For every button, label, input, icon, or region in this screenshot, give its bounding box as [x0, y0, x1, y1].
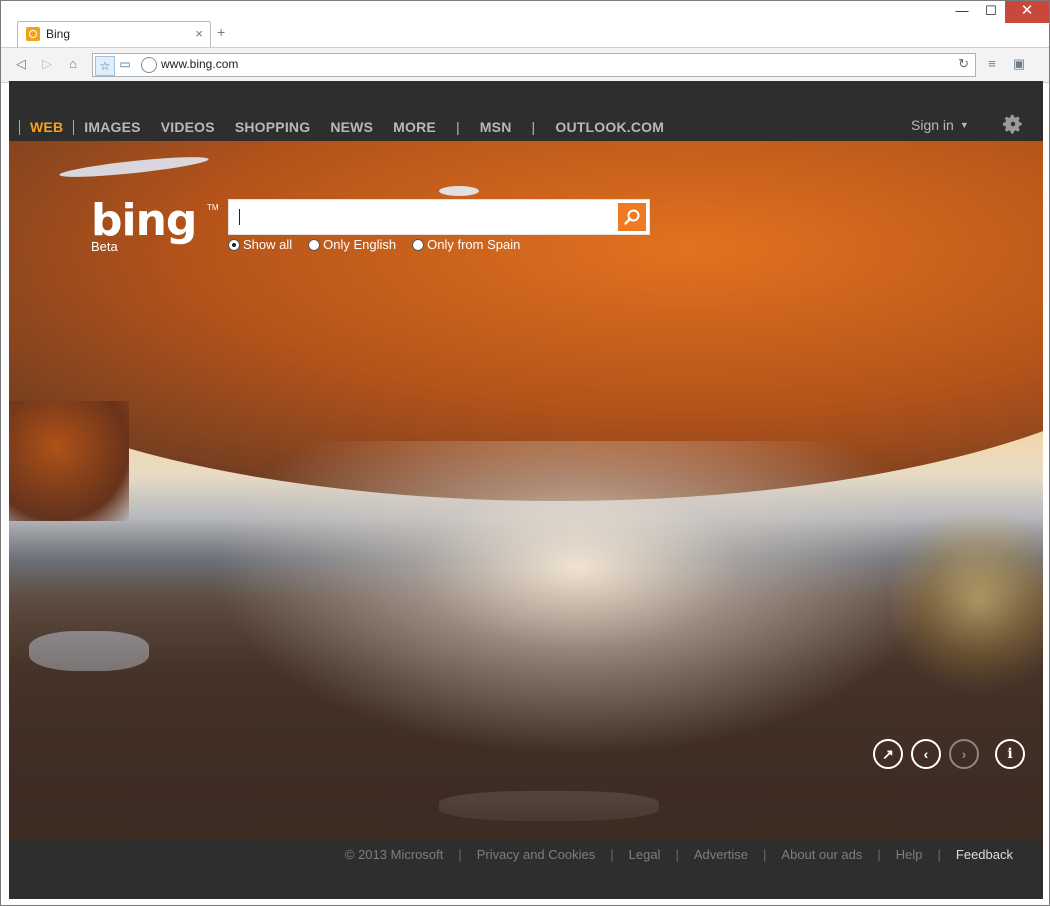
nav-item-videos[interactable]: VIDEOS	[161, 119, 215, 135]
new-tab-button[interactable]: +	[217, 24, 225, 40]
nav-item-outlook[interactable]: OUTLOOK.COM	[555, 119, 664, 135]
top-nav: WEB IMAGES VIDEOS SHOPPING NEWS MORE | M…	[9, 81, 1043, 141]
snow-patch	[439, 186, 479, 196]
advertise-link[interactable]: Advertise	[694, 847, 748, 862]
chevron-down-icon: ▼	[959, 120, 969, 130]
beta-label: Beta	[91, 239, 118, 254]
nav-item-web[interactable]: WEB	[30, 119, 63, 135]
nav-item-news[interactable]: NEWS	[330, 119, 373, 135]
snow-patch	[29, 631, 149, 671]
radio-only-english[interactable]: Only English	[308, 237, 396, 252]
nav-item-msn[interactable]: MSN	[480, 119, 512, 135]
sidebar-icon[interactable]: ▣	[1011, 56, 1027, 72]
tab-close-icon[interactable]: ×	[195, 26, 203, 41]
gear-icon[interactable]	[1002, 113, 1024, 135]
browser-toolbar: ◁ ▷ ⌂ ☆ ▭ www.bing.com ↻ ≡ ▣	[1, 47, 1049, 83]
back-icon[interactable]: ◁	[13, 56, 29, 72]
snow-patch	[439, 791, 659, 821]
nav-list: WEB IMAGES VIDEOS SHOPPING NEWS MORE | M…	[19, 117, 674, 137]
privacy-link[interactable]: Privacy and Cookies	[477, 847, 596, 862]
help-link[interactable]: Help	[896, 847, 923, 862]
footer-separator: |	[675, 847, 679, 862]
next-image-icon[interactable]: ›	[949, 739, 979, 769]
nav-item-images[interactable]: IMAGES	[84, 119, 140, 135]
browser-tab[interactable]: Bing ×	[17, 21, 211, 47]
globe-icon	[141, 57, 157, 73]
footer-separator: |	[458, 847, 462, 862]
favorite-star-icon[interactable]: ☆	[95, 56, 115, 76]
previous-image-icon[interactable]: ‹	[911, 739, 941, 769]
nav-item-more[interactable]: MORE	[393, 119, 436, 135]
sun-glow	[889, 501, 1043, 701]
radio-only-from-spain[interactable]: Only from Spain	[412, 237, 520, 252]
address-url[interactable]: www.bing.com	[161, 57, 238, 71]
feedback-link[interactable]: Feedback	[956, 847, 1013, 862]
maximize-button[interactable]: ☐	[977, 1, 1005, 23]
snow-patch	[58, 153, 210, 181]
sign-in-link[interactable]: Sign in ▼	[911, 117, 969, 133]
bing-page: WEB IMAGES VIDEOS SHOPPING NEWS MORE | M…	[9, 81, 1043, 899]
bing-favicon-icon	[26, 27, 40, 41]
title-bar: Bing × + — ☐ ✕	[1, 1, 1049, 47]
nav-item-shopping[interactable]: SHOPPING	[235, 119, 311, 135]
expand-icon[interactable]: ↗	[873, 739, 903, 769]
footer: © 2013 Microsoft | Privacy and Cookies |…	[9, 839, 1043, 899]
minimize-button[interactable]: —	[947, 1, 977, 23]
search-scope-options: Show all Only English Only from Spain	[228, 237, 536, 252]
tab-title: Bing	[46, 27, 71, 41]
search-button[interactable]	[618, 203, 646, 231]
home-icon[interactable]: ⌂	[65, 56, 81, 72]
radio-label: Only from Spain	[427, 237, 521, 252]
text-cursor	[239, 209, 240, 225]
footer-separator: |	[937, 847, 941, 862]
reload-icon[interactable]: ↻	[958, 56, 969, 72]
radio-label: Show all	[243, 237, 293, 252]
search-icon	[624, 209, 640, 225]
search-input[interactable]	[228, 199, 650, 235]
menu-icon[interactable]: ≡	[984, 56, 1000, 72]
copyright-text: © 2013 Microsoft	[344, 847, 444, 862]
radio-button[interactable]	[308, 238, 321, 251]
footer-separator: |	[610, 847, 614, 862]
sign-in-label: Sign in	[911, 117, 954, 133]
info-icon[interactable]: i	[995, 739, 1025, 769]
feedback-bubble-icon[interactable]: ▭	[117, 57, 133, 73]
nav-separator-text: |	[531, 119, 536, 135]
radio-show-all[interactable]: Show all	[228, 237, 292, 252]
legal-link[interactable]: Legal	[629, 847, 661, 862]
rock-formation	[9, 401, 129, 521]
footer-separator: |	[763, 847, 767, 862]
browser-window: Bing × + — ☐ ✕ ◁ ▷ ⌂ ☆ ▭ www.bing.com ↻ …	[0, 0, 1050, 906]
about-ads-link[interactable]: About our ads	[781, 847, 862, 862]
forward-icon[interactable]: ▷	[39, 56, 55, 72]
trademark-mark: TM	[207, 203, 219, 212]
nav-separator-text: |	[455, 119, 460, 135]
footer-separator: |	[877, 847, 881, 862]
nav-separator	[19, 119, 20, 135]
nav-separator	[73, 119, 75, 135]
address-bar[interactable]: ☆ ▭ www.bing.com ↻	[92, 53, 976, 77]
radio-button-selected[interactable]	[228, 238, 240, 251]
radio-label: Only English	[323, 237, 397, 252]
close-window-button[interactable]: ✕	[1005, 1, 1049, 23]
footer-links: © 2013 Microsoft | Privacy and Cookies |…	[330, 847, 1013, 862]
radio-button[interactable]	[412, 238, 425, 251]
